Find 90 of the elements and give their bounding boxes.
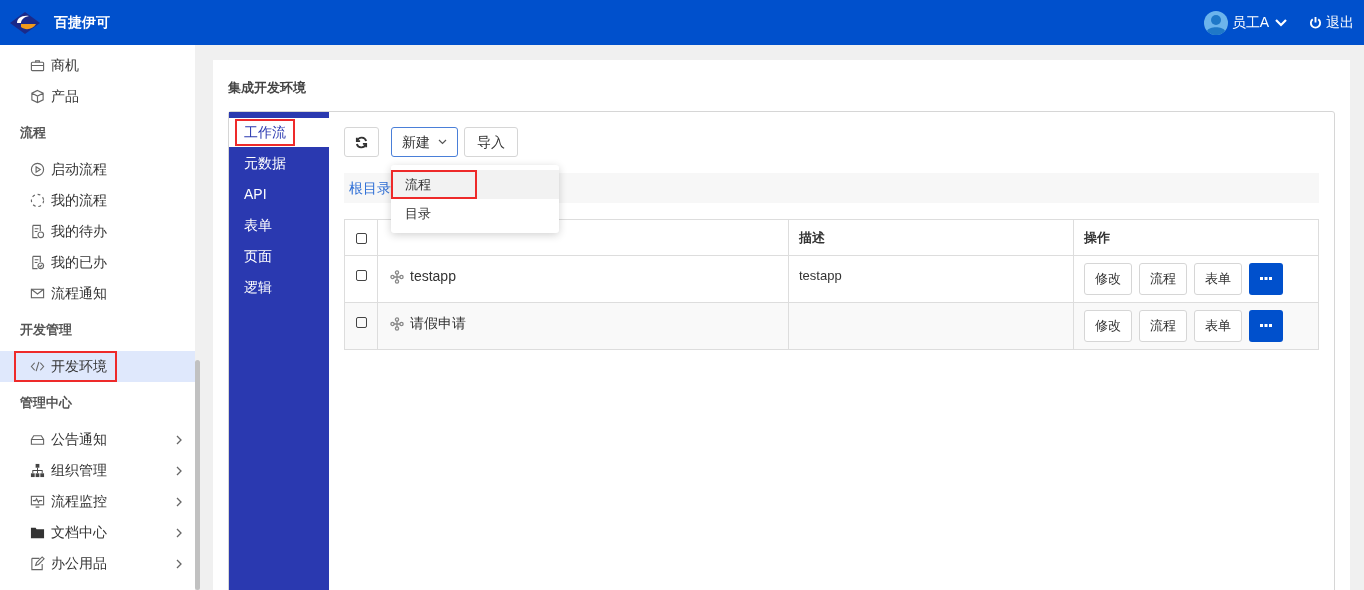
sidebar-heading: 开发管理 [19, 320, 73, 339]
hierarchy-icon [30, 463, 45, 478]
sidebar-item[interactable]: 开发环境 [0, 351, 195, 382]
document-clock-icon [30, 224, 45, 239]
chevron-right-icon [175, 527, 183, 538]
action-button[interactable]: 修改 [1084, 310, 1132, 342]
sidebar-item[interactable]: 我的待办 [0, 216, 195, 247]
play-icon [30, 162, 45, 177]
action-button[interactable]: 流程 [1139, 263, 1187, 295]
more-button[interactable] [1249, 263, 1283, 295]
chevron-right-icon [175, 496, 183, 507]
cube-icon [30, 89, 45, 104]
sidebar-item-label: 流程监控 [51, 492, 107, 511]
checkbox[interactable] [355, 232, 367, 244]
column-header: 操作 [1073, 219, 1319, 256]
logout-button[interactable]: 退出 [1326, 12, 1354, 33]
action-button[interactable]: 表单 [1194, 310, 1242, 342]
table-cell-text: 请假申请 [410, 314, 466, 333]
column-header: 描述 [788, 219, 1074, 256]
refresh-icon [355, 135, 368, 149]
more-icon [1260, 324, 1272, 328]
checkbox[interactable] [355, 317, 367, 328]
side-tab[interactable]: 工作流 [229, 118, 329, 147]
side-tab[interactable]: 页面 [229, 242, 329, 271]
sidebar-item[interactable]: 商机 [0, 50, 195, 81]
monitor-icon [30, 494, 45, 509]
chevron-right-icon [175, 558, 183, 569]
side-tab[interactable]: 逻辑 [229, 273, 329, 302]
chevron-down-icon [1275, 18, 1287, 27]
mail-icon [30, 286, 45, 301]
edit-icon [30, 556, 45, 571]
action-button[interactable]: 流程 [1139, 310, 1187, 342]
logo-icon [8, 9, 42, 36]
chevron-right-icon [175, 434, 183, 445]
briefcase-icon [30, 58, 45, 73]
sidebar-item-label: 开发环境 [51, 357, 107, 376]
new-dropdown-button[interactable]: 新建 [391, 127, 458, 157]
import-button[interactable]: 导入 [464, 127, 518, 157]
side-tab[interactable]: API [229, 180, 329, 209]
side-tab[interactable]: 元数据 [229, 149, 329, 178]
sidebar-item-label: 组织管理 [51, 461, 107, 480]
power-icon [1309, 16, 1322, 29]
sidebar-item[interactable]: 办公用品 [0, 548, 195, 579]
sidebar-item-label: 我的已办 [51, 253, 107, 272]
sidebar-item[interactable]: 文档中心 [0, 517, 195, 548]
chevron-right-icon [175, 465, 183, 476]
loading-icon [30, 193, 45, 208]
sidebar-item[interactable]: 流程通知 [0, 278, 195, 309]
code-icon [30, 359, 45, 374]
sidebar-item[interactable]: 我的已办 [0, 247, 195, 278]
folder-icon [30, 525, 45, 540]
sidebar-heading: 管理中心 [19, 393, 73, 412]
sidebar-item[interactable]: 流程监控 [0, 486, 195, 517]
tray-icon [30, 432, 45, 447]
document-check-icon [30, 255, 45, 270]
sidebar-item-label: 流程通知 [51, 284, 107, 303]
sidebar-item-label: 公告通知 [51, 430, 107, 449]
sidebar-item-label: 产品 [51, 87, 79, 106]
user-menu[interactable]: 员工A [1231, 12, 1287, 33]
action-button[interactable]: 表单 [1194, 263, 1242, 295]
menu-item[interactable]: 目录 [391, 199, 559, 228]
refresh-button[interactable] [344, 127, 379, 157]
sidebar-item-label: 我的流程 [51, 191, 107, 210]
more-icon [1260, 277, 1272, 281]
sidebar-item-label: 文档中心 [51, 523, 107, 542]
sidebar-item-label: 启动流程 [51, 160, 107, 179]
breadcrumb-link[interactable]: 根目录 [349, 177, 391, 199]
side-tab[interactable]: 表单 [229, 211, 329, 240]
page-title: 集成开发环境 [228, 79, 307, 97]
sidebar-item[interactable]: 公告通知 [0, 424, 195, 455]
menu-item[interactable]: 流程 [391, 170, 559, 199]
brand-name: 百捷伊可 [54, 13, 110, 32]
table-cell: testapp [799, 268, 842, 283]
sidebar-item[interactable]: 我的流程 [0, 185, 195, 216]
workflow-icon [390, 316, 404, 331]
workflow-icon [390, 269, 404, 284]
avatar-icon [1203, 10, 1228, 35]
sidebar-item-label: 商机 [51, 56, 79, 75]
sidebar-item-label: 我的待办 [51, 222, 107, 241]
sidebar-item[interactable]: 启动流程 [0, 154, 195, 185]
scrollbar-thumb[interactable] [195, 360, 200, 590]
sidebar-heading: 流程 [19, 123, 47, 142]
sidebar-item-label: 办公用品 [51, 554, 107, 573]
table-cell-text: testapp [410, 267, 456, 286]
sidebar-item[interactable]: 组织管理 [0, 455, 195, 486]
sidebar-item[interactable]: 产品 [0, 81, 195, 112]
action-button[interactable]: 修改 [1084, 263, 1132, 295]
checkbox[interactable] [355, 270, 367, 281]
more-button[interactable] [1249, 310, 1283, 342]
chevron-down-icon [438, 139, 447, 145]
